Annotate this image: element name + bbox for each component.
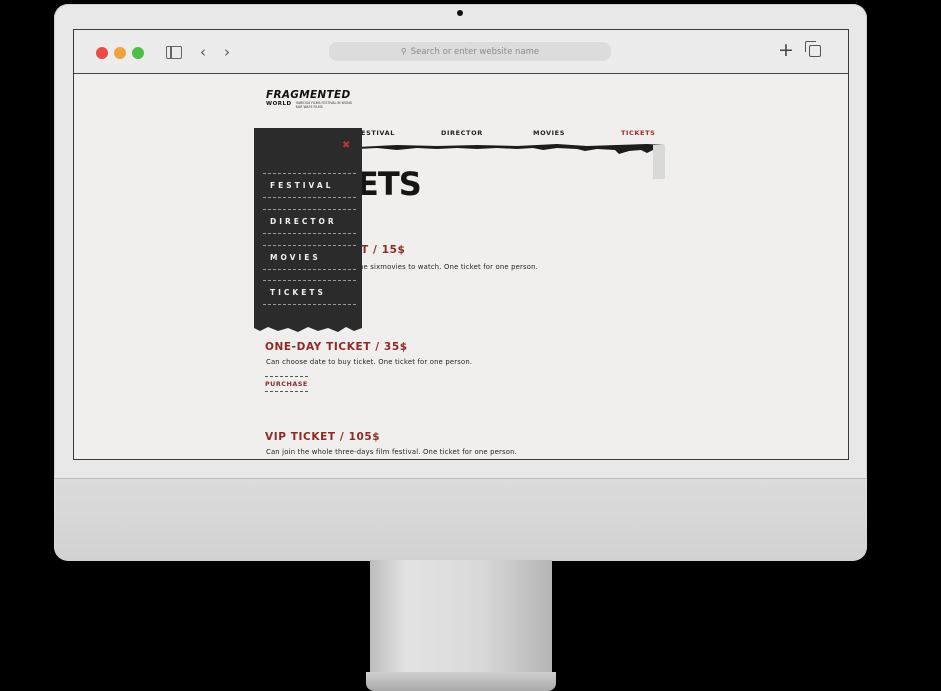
logo-title: FRAGMENTED (266, 89, 351, 101)
ticket-description: Can join the whole three-days film festi… (266, 448, 517, 456)
address-bar-placeholder: Search or enter website name (410, 47, 540, 57)
sidebar-toggle-icon[interactable] (166, 46, 182, 59)
menu-item-tickets[interactable]: TICKETS (263, 280, 356, 305)
nav-director[interactable]: DIRECTOR (441, 129, 483, 137)
monitor-chin (54, 478, 867, 561)
menu-item-festival[interactable]: FESTIVAL (263, 173, 356, 198)
browser-window: ‹ › ⚲ Search or enter website name + FRAG… (73, 29, 849, 460)
ticket-title: ONE-DAY TICKET / 35$ (265, 341, 408, 353)
mobile-menu-panel: ✖ FESTIVAL DIRECTOR MOVIES TICKETS (254, 128, 362, 326)
ticket-description: Can choose date to buy ticket. One ticke… (266, 358, 473, 366)
ticket-description: he sixmovies to watch. One ticket for on… (359, 263, 538, 271)
nav-movies[interactable]: MOVIES (533, 129, 565, 137)
logo-tagline: Various films festival in Wong Kar Wai's… (296, 101, 353, 109)
close-menu-icon[interactable]: ✖ (342, 140, 350, 151)
ticket-title: T / 15$ (361, 244, 406, 256)
menu-torn-edge (254, 322, 362, 332)
menu-item-movies[interactable]: MOVIES (263, 245, 356, 270)
page-title-fragment: ETS (357, 165, 422, 203)
address-bar[interactable]: ⚲ Search or enter website name (329, 42, 611, 61)
back-arrow-icon[interactable]: ‹ (200, 42, 206, 62)
site-logo[interactable]: FRAGMENTED WORLD Various films festival … (266, 90, 356, 110)
ticket-title: VIP TICKET / 105$ (265, 431, 381, 443)
new-tab-plus-icon[interactable]: + (778, 40, 794, 60)
nav-tickets[interactable]: TICKETS (621, 129, 655, 137)
purchase-button[interactable]: PURCHASE (265, 376, 308, 392)
menu-item-director[interactable]: DIRECTOR (263, 209, 356, 234)
maximize-window-button[interactable] (132, 47, 144, 59)
web-page: FRAGMENTED WORLD Various films festival … (74, 74, 848, 459)
browser-toolbar: ‹ › ⚲ Search or enter website name + (74, 30, 848, 74)
minimize-window-button[interactable] (114, 47, 126, 59)
tab-overview-icon[interactable] (805, 41, 821, 57)
search-icon: ⚲ (400, 47, 407, 56)
forward-arrow-icon[interactable]: › (224, 42, 230, 62)
monitor-stand (370, 560, 552, 680)
close-window-button[interactable] (96, 47, 108, 59)
camera-dot (457, 10, 463, 16)
monitor-stand-foot (366, 672, 556, 691)
